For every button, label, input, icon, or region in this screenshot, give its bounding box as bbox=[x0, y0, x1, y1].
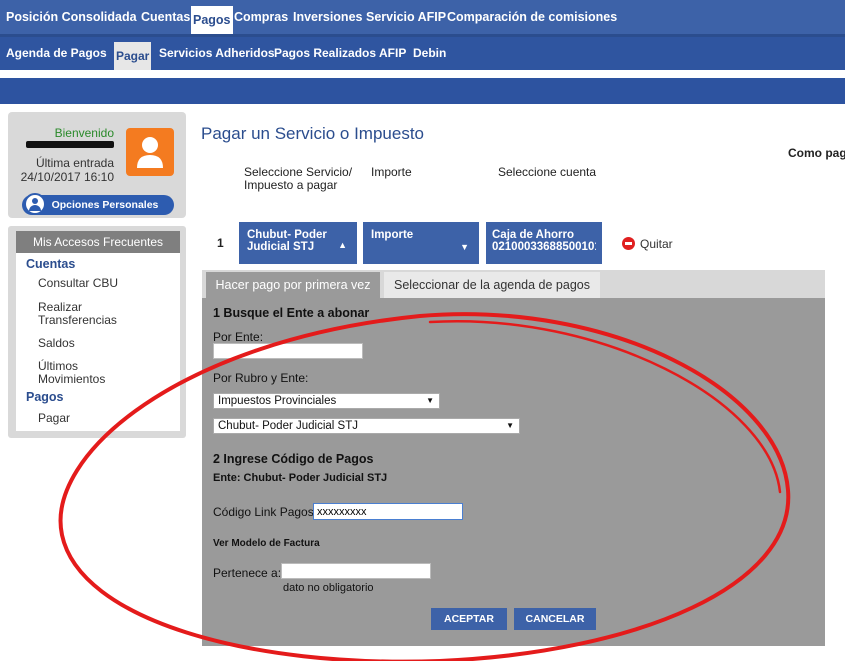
remove-icon[interactable] bbox=[622, 237, 635, 250]
account-number-tail: 01 bbox=[587, 241, 596, 253]
optional-note: dato no obligatorio bbox=[283, 582, 374, 594]
personal-options-label: Opciones Personales bbox=[51, 199, 159, 211]
topnav-pagos[interactable]: Pagos bbox=[191, 6, 233, 34]
step-label-account: Seleccione cuenta bbox=[498, 165, 597, 179]
favorites-section-pagos: Pagos bbox=[26, 390, 64, 404]
service-step-box[interactable]: Chubut- Poder Judicial STJ ▲ bbox=[239, 222, 357, 264]
amount-value: Importe bbox=[371, 229, 414, 241]
accept-button[interactable]: ACEPTAR bbox=[431, 608, 507, 630]
section-payment-code-title: 2 Ingrese Código de Pagos bbox=[213, 452, 374, 466]
favorites-section-cuentas: Cuentas bbox=[26, 257, 76, 271]
step-number: 1 bbox=[217, 236, 224, 250]
category-select[interactable]: Impuestos Provinciales ▼ bbox=[213, 393, 440, 409]
account-number: 021000336885001 bbox=[492, 241, 588, 253]
link-realizar-transferencias[interactable]: Realizar Transferencias bbox=[38, 301, 128, 327]
subnav-servicios-adheridos[interactable]: Servicios Adheridos bbox=[157, 37, 277, 70]
link-pagar[interactable]: Pagar bbox=[38, 412, 168, 425]
topnav-comparacion-comisiones[interactable]: Comparación de comisiones bbox=[445, 0, 619, 34]
topnav-cuentas[interactable]: Cuentas bbox=[139, 0, 192, 34]
subnav-debin[interactable]: Debin bbox=[411, 37, 448, 70]
subnav-agenda-de-pagos[interactable]: Agenda de Pagos bbox=[4, 37, 109, 70]
amount-step-box[interactable]: Importe ▼ bbox=[363, 222, 479, 264]
belongs-input[interactable] bbox=[281, 563, 431, 579]
welcome-text: Bienvenido bbox=[54, 126, 114, 140]
step-label-amount: Importe bbox=[371, 165, 412, 179]
by-category-label: Por Rubro y Ente: bbox=[213, 371, 309, 385]
topnav-inversiones[interactable]: Inversiones bbox=[291, 0, 364, 34]
caret-up-icon: ▲ bbox=[338, 240, 347, 250]
tab-first-time-payment[interactable]: Hacer pago por primera vez bbox=[206, 272, 380, 298]
link-consultar-cbu[interactable]: Consultar CBU bbox=[38, 277, 168, 290]
sub-navigation: Agenda de Pagos Pagar Servicios Adherido… bbox=[0, 37, 845, 70]
user-icon bbox=[137, 137, 163, 168]
entity-selected: Chubut- Poder Judicial STJ bbox=[218, 420, 358, 432]
step-label-service: Seleccione Servicio/ Impuesto a pagar bbox=[244, 165, 353, 192]
last-entry-date: 24/10/2017 16:10 bbox=[20, 170, 114, 184]
link-ultimos-movimientos[interactable]: Últimos Movimientos bbox=[38, 360, 118, 386]
person-icon bbox=[24, 193, 46, 215]
tab-select-from-agenda[interactable]: Seleccionar de la agenda de pagos bbox=[384, 272, 600, 298]
code-input[interactable] bbox=[313, 503, 463, 520]
subnav-pagos-realizados[interactable]: Pagos Realizados bbox=[272, 37, 378, 70]
how-to-pay-link[interactable]: Como paga bbox=[788, 146, 845, 160]
belongs-label: Pertenece a: bbox=[213, 566, 282, 580]
avatar bbox=[126, 128, 174, 176]
header-band bbox=[0, 78, 845, 104]
entity-info: Ente: Chubut- Poder Judicial STJ bbox=[213, 472, 388, 484]
by-entity-input[interactable] bbox=[213, 343, 363, 359]
account-type: Caja de Ahorro bbox=[492, 229, 575, 241]
link-saldos[interactable]: Saldos bbox=[38, 337, 168, 350]
invoice-model-link[interactable]: Ver Modelo de Factura bbox=[213, 538, 320, 549]
category-selected: Impuestos Provinciales bbox=[218, 395, 337, 407]
favorites-title: Mis Accesos Frecuentes bbox=[16, 231, 180, 253]
by-entity-label: Por Ente: bbox=[213, 330, 264, 344]
dropdown-arrow-icon: ▼ bbox=[506, 421, 514, 430]
account-step-box[interactable]: Caja de Ahorro 02100033688500101 bbox=[486, 222, 602, 264]
dropdown-arrow-icon: ▼ bbox=[426, 396, 434, 405]
entity-select[interactable]: Chubut- Poder Judicial STJ ▼ bbox=[213, 418, 520, 434]
subnav-pagar[interactable]: Pagar bbox=[114, 42, 152, 70]
code-label: Código Link Pagos bbox=[213, 505, 314, 519]
topnav-posicion-consolidada[interactable]: Posición Consolidada bbox=[4, 0, 139, 34]
page-title: Pagar un Servicio o Impuesto bbox=[201, 124, 425, 143]
topnav-servicio-afip[interactable]: Servicio AFIP bbox=[364, 0, 448, 34]
service-value: Chubut- Poder Judicial STJ bbox=[247, 229, 327, 253]
subnav-afip[interactable]: AFIP bbox=[377, 37, 408, 70]
topnav-compras[interactable]: Compras bbox=[232, 0, 290, 34]
caret-down-icon: ▼ bbox=[460, 242, 469, 252]
section-search-entity-title: 1 Busque el Ente a abonar bbox=[213, 306, 370, 320]
username-redacted bbox=[26, 141, 114, 148]
top-navigation: Posición Consolidada Cuentas Pagos Compr… bbox=[0, 0, 845, 37]
cancel-button[interactable]: CANCELAR bbox=[514, 608, 596, 630]
remove-link[interactable]: Quitar bbox=[640, 237, 673, 251]
last-entry-label: Última entrada bbox=[35, 156, 114, 170]
